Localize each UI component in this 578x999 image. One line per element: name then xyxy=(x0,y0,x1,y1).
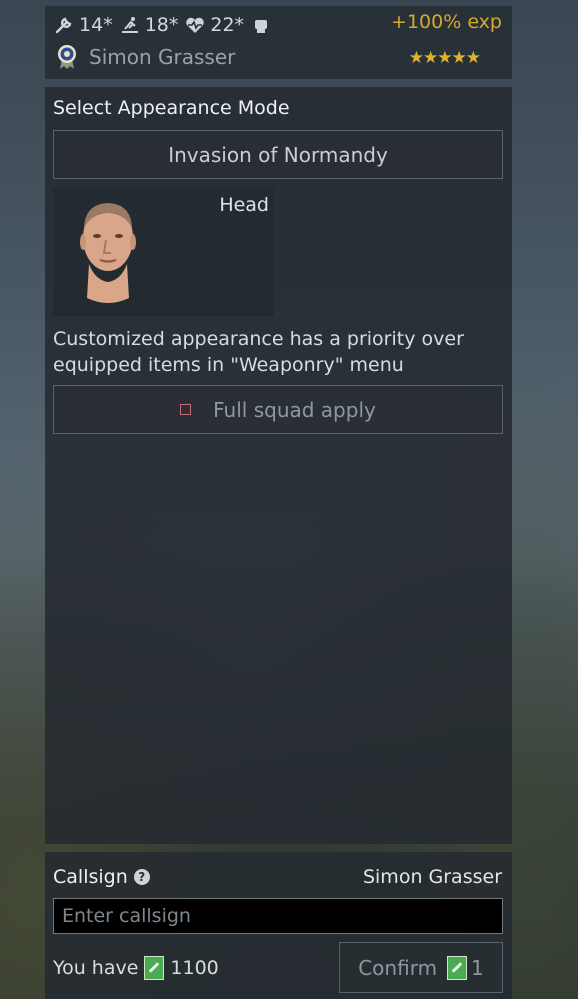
ticket-icon xyxy=(447,955,468,980)
stat-value-3: 22* xyxy=(210,14,245,36)
stat-value-1: 14* xyxy=(79,14,113,36)
help-icon[interactable]: ? xyxy=(133,869,150,885)
appearance-note: Customized appearance has a priority ove… xyxy=(53,328,464,376)
head-slot[interactable]: Head xyxy=(53,188,274,316)
section-title: Select Appearance Mode xyxy=(53,97,290,119)
callsign-panel: Callsign ? Simon Grasser You have 1100 C… xyxy=(45,852,512,999)
ticket-icon xyxy=(144,956,165,980)
full-squad-apply-toggle[interactable]: Full squad apply xyxy=(53,385,503,434)
head-slot-label: Head xyxy=(219,194,269,216)
balance-label: You have xyxy=(53,957,139,979)
soldier-name: Simon Grasser xyxy=(89,45,236,69)
fist-icon xyxy=(250,14,272,36)
callsign-label-row: Callsign ? xyxy=(53,866,150,888)
appearance-panel: Select Appearance Mode Invasion of Norma… xyxy=(45,87,512,844)
checkbox-icon[interactable] xyxy=(180,404,192,415)
soldier-header-panel: 14* 18* 22* +100% exp Simon Grasser ★★★★… xyxy=(45,6,512,79)
balance-value: 1100 xyxy=(170,957,219,979)
heart-rate-icon xyxy=(184,14,206,36)
confirm-button[interactable]: Confirm 1 xyxy=(339,942,503,993)
soldier-stats: 14* 18* 22* xyxy=(53,10,272,40)
balance: You have 1100 xyxy=(53,956,219,980)
appearance-mode-selector[interactable]: Invasion of Normandy xyxy=(53,130,503,179)
medal-icon xyxy=(55,44,79,70)
stat-value-2: 18* xyxy=(144,14,179,36)
head-portrait xyxy=(80,203,136,303)
wrench-icon xyxy=(53,14,75,36)
running-soldier-icon xyxy=(119,14,141,36)
callsign-input[interactable] xyxy=(53,898,503,934)
confirm-label: Confirm xyxy=(358,955,438,980)
confirm-cost: 1 xyxy=(471,955,484,980)
rank-stars: ★★★★★ xyxy=(408,48,481,68)
soldier-name-row: Simon Grasser xyxy=(55,44,235,70)
full-squad-apply-label: Full squad apply xyxy=(213,397,376,422)
current-callsign: Simon Grasser xyxy=(362,866,502,888)
exp-bonus: +100% exp xyxy=(391,11,502,33)
callsign-label: Callsign xyxy=(53,866,128,888)
